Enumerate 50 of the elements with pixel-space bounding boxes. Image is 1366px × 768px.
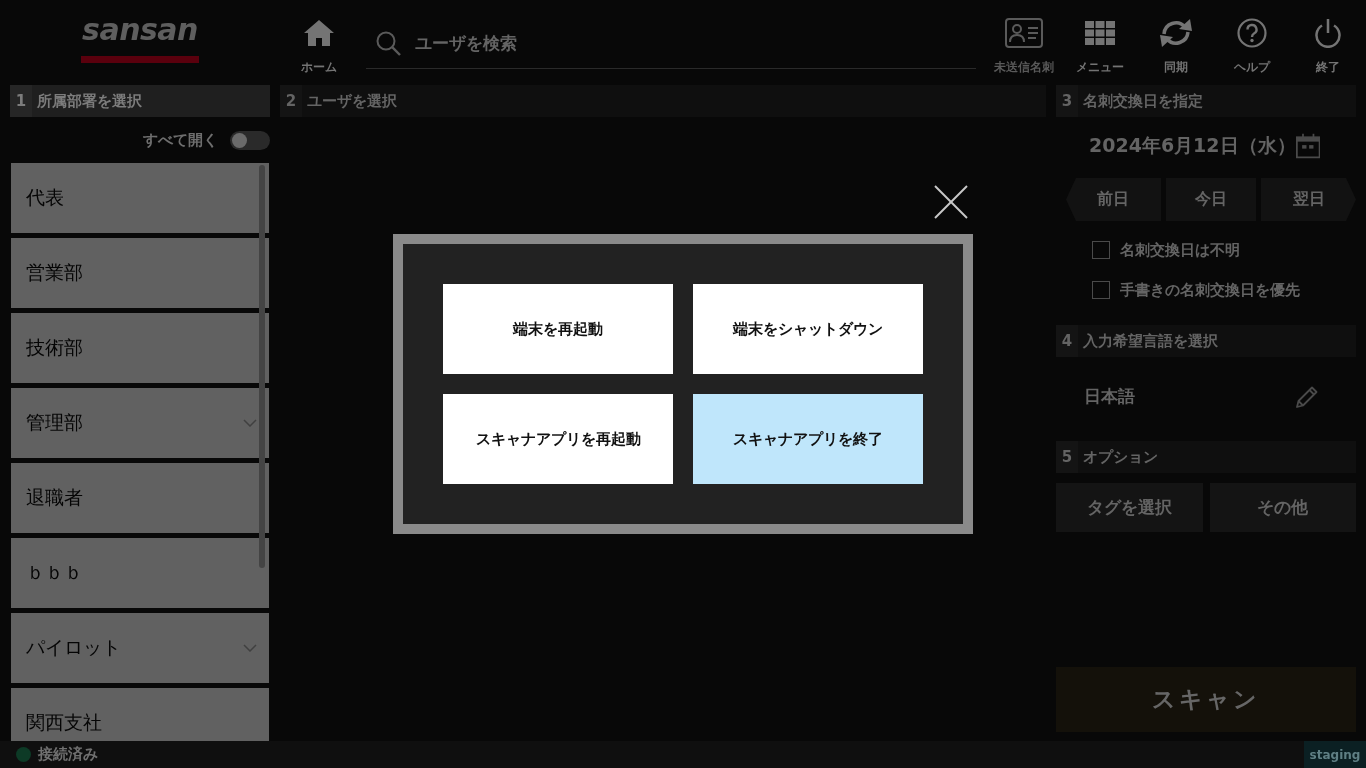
department-item[interactable]: 技術部 bbox=[11, 313, 269, 383]
step-number: 5 bbox=[1056, 441, 1078, 473]
logo: sansan bbox=[81, 15, 199, 63]
close-button[interactable] bbox=[933, 184, 969, 220]
search-icon bbox=[376, 30, 401, 56]
pencil-icon[interactable] bbox=[1295, 384, 1319, 409]
department-item[interactable]: 代表 bbox=[11, 163, 269, 233]
language-value: 日本語 bbox=[1084, 385, 1135, 408]
connection-status: 接続済み bbox=[38, 745, 98, 764]
exchange-date: 2024年6月12日（水） bbox=[1089, 133, 1296, 158]
help-icon bbox=[1237, 18, 1267, 48]
sync-button[interactable]: 同期 bbox=[1138, 0, 1214, 80]
step-number: 3 bbox=[1056, 85, 1078, 117]
department-item[interactable]: 営業部 bbox=[11, 238, 269, 308]
environment-badge: staging bbox=[1304, 741, 1366, 768]
department-item[interactable]: パイロット bbox=[11, 613, 269, 683]
shutdown-device-button[interactable]: 端末をシャットダウン bbox=[693, 284, 923, 374]
power-icon bbox=[1314, 18, 1342, 48]
expand-all-toggle[interactable] bbox=[230, 130, 270, 150]
checkbox-label: 名刺交換日は不明 bbox=[1120, 240, 1240, 260]
home-icon bbox=[303, 19, 335, 47]
calendar-icon[interactable] bbox=[1295, 132, 1320, 160]
scrollbar[interactable] bbox=[259, 165, 265, 568]
department-item[interactable]: 関西支社 bbox=[11, 688, 269, 741]
exit-button[interactable]: 終了 bbox=[1290, 0, 1366, 80]
section-title: 入力希望言語を選択 bbox=[1083, 331, 1218, 351]
section-title: ユーザを選択 bbox=[307, 91, 397, 111]
section-title: 所属部署を選択 bbox=[37, 91, 142, 111]
status-dot-icon bbox=[16, 747, 31, 762]
step-number: 2 bbox=[280, 85, 302, 117]
section-title: オプション bbox=[1083, 447, 1158, 467]
quit-app-button[interactable]: スキャナアプリを終了 bbox=[693, 394, 923, 484]
department-item[interactable]: ｂｂｂ bbox=[11, 538, 269, 608]
section-title: 名刺交換日を指定 bbox=[1083, 91, 1203, 111]
checkbox-label: 手書きの名刺交換日を優先 bbox=[1120, 280, 1300, 300]
id-card-icon bbox=[1005, 18, 1043, 48]
home-button[interactable]: ホーム bbox=[286, 0, 352, 80]
grid-icon bbox=[1085, 21, 1115, 45]
help-button[interactable]: ヘルプ bbox=[1214, 0, 1290, 80]
step-number: 4 bbox=[1056, 325, 1078, 357]
restart-device-button[interactable]: 端末を再起動 bbox=[443, 284, 673, 374]
step-number: 1 bbox=[10, 85, 32, 117]
close-icon bbox=[934, 185, 968, 219]
sync-icon bbox=[1159, 19, 1193, 47]
menu-button[interactable]: メニュー bbox=[1062, 0, 1138, 80]
restart-app-button[interactable]: スキャナアプリを再起動 bbox=[443, 394, 673, 484]
department-item[interactable]: 退職者 bbox=[11, 463, 269, 533]
toggle-label: すべて開く bbox=[143, 130, 218, 150]
search-field[interactable]: ユーザを検索 bbox=[415, 33, 976, 53]
department-item[interactable]: 管理部 bbox=[11, 388, 269, 458]
